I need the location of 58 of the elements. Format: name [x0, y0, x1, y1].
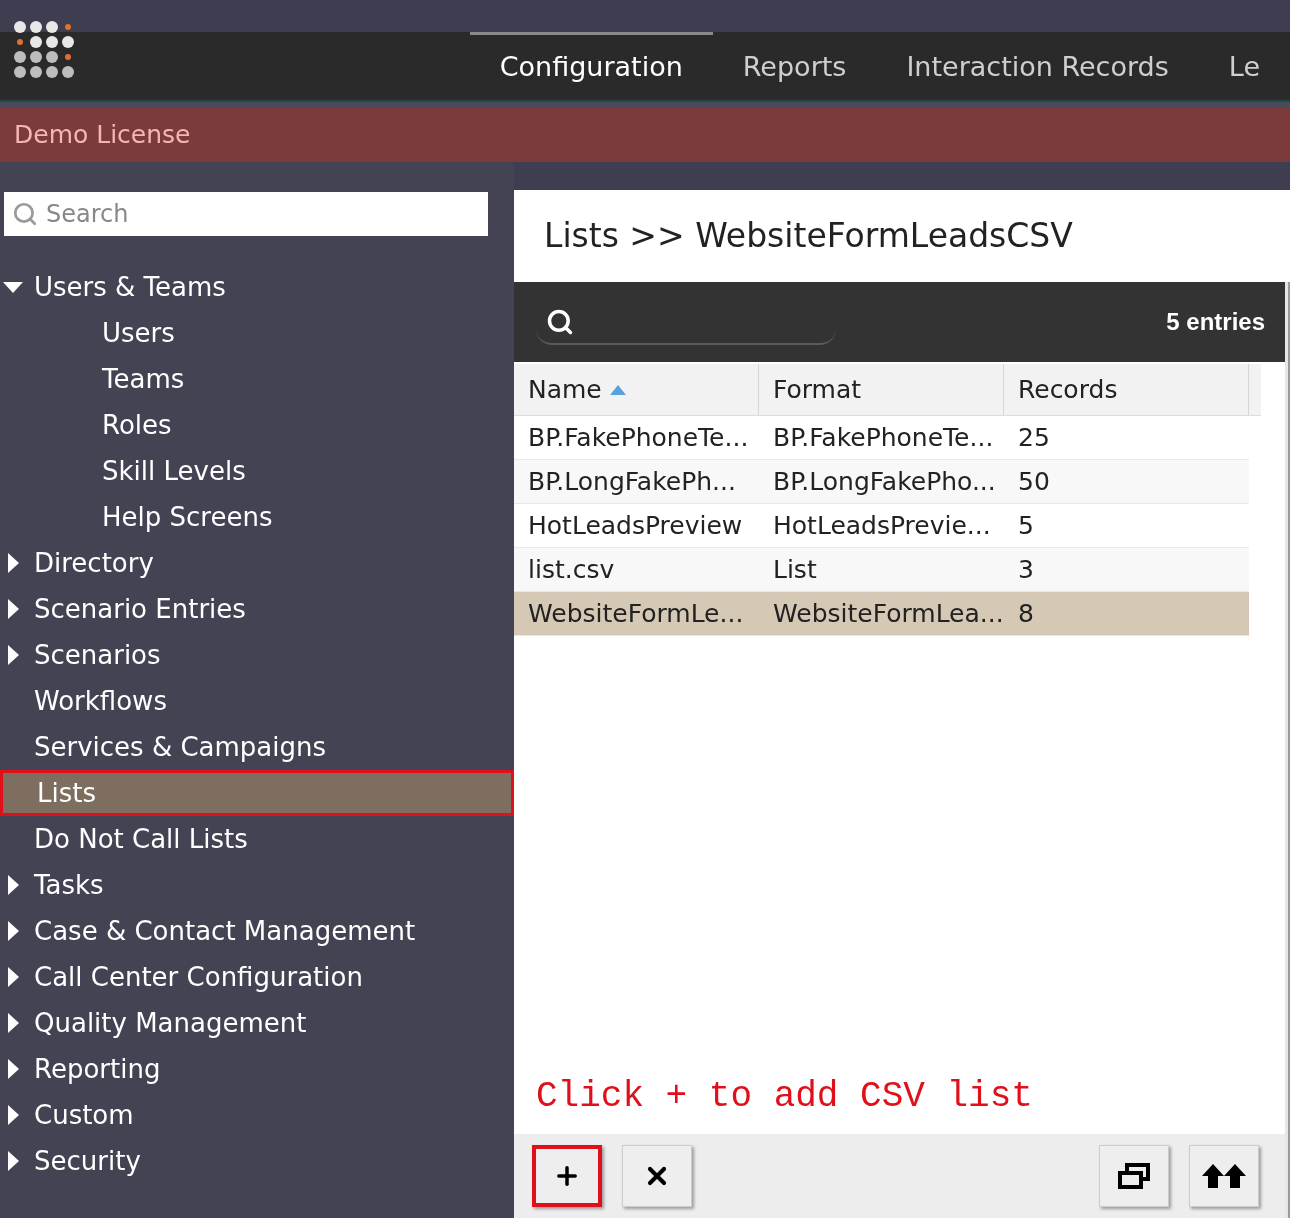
add-button[interactable] [532, 1145, 602, 1207]
column-header[interactable]: Name [514, 364, 759, 415]
table-cell-text: 3 [1017, 553, 1035, 586]
table-cell-text: HotLeadsPreview [527, 509, 744, 542]
tree-item[interactable]: Scenarios [0, 632, 514, 678]
tree-item[interactable]: Scenario Entries [0, 586, 514, 632]
column-header[interactable]: Records [1004, 364, 1249, 415]
table-cell-text: 5 [1017, 509, 1035, 542]
table-row[interactable]: list.csv List 3 [514, 548, 1249, 592]
tree-item[interactable]: Teams [0, 356, 514, 402]
top-button[interactable] [1189, 1145, 1259, 1207]
table-cell-text: BP.FakePhoneTe... [527, 421, 750, 454]
tree-item[interactable]: Directory [0, 540, 514, 586]
tree-item[interactable]: Reporting [0, 1046, 514, 1092]
tree-item[interactable]: Services & Campaigns [0, 724, 514, 770]
tree-item[interactable]: Users [0, 310, 514, 356]
tree-item[interactable]: Lists [0, 770, 514, 816]
table-cell-text: WebsiteFormLea... [772, 597, 1004, 630]
logo-icon [13, 20, 75, 80]
license-banner: Demo License [0, 108, 1290, 162]
windows-icon [1117, 1162, 1151, 1190]
annotation-text: Click + to add CSV list [535, 1075, 1034, 1119]
tree-item[interactable]: Custom [0, 1092, 514, 1138]
table-cell-text: List [772, 553, 818, 586]
tree-item[interactable]: Security [0, 1138, 514, 1184]
page-title: Lists >> WebsiteFormLeadsCSV [543, 215, 1074, 258]
tree-item[interactable]: Users & Teams [0, 264, 514, 310]
table-cell-text: 25 [1017, 421, 1051, 454]
tree-item[interactable]: Do Not Call Lists [0, 816, 514, 862]
table-cell-text: BP.LongFakePh... [527, 465, 737, 498]
tree-item[interactable]: Help Screens [0, 494, 514, 540]
tree-item[interactable]: Case & Contact Management [0, 908, 514, 954]
entries-count: 5 entries [1166, 307, 1265, 337]
table-cell-text: WebsiteFormLe... [527, 597, 745, 630]
nav-tab[interactable]: Reports [712, 32, 877, 100]
search-field[interactable]: Search [4, 192, 488, 236]
tree-item[interactable]: Call Center Configuration [0, 954, 514, 1000]
nav-tab[interactable]: Le [1198, 32, 1290, 100]
tree-item[interactable]: Workflows [0, 678, 514, 724]
search-icon [546, 308, 574, 336]
table-cell-text: 50 [1017, 465, 1051, 498]
table-cell-text: HotLeadsPrevie... [772, 509, 992, 542]
tree-item[interactable]: Skill Levels [0, 448, 514, 494]
table-cell-text: BP.LongFakePho... [772, 465, 997, 498]
double-arrow-up-icon [1202, 1164, 1246, 1188]
tree-item[interactable]: Tasks [0, 862, 514, 908]
search-icon [12, 201, 38, 227]
table-row[interactable]: BP.LongFakePh... BP.LongFakePho... 50 [514, 460, 1249, 504]
tree-item[interactable]: Quality Management [0, 1000, 514, 1046]
tree-item[interactable]: Roles [0, 402, 514, 448]
delete-button[interactable] [622, 1145, 692, 1207]
table-cell-text: list.csv [527, 553, 616, 586]
table-cell-text: 8 [1017, 597, 1035, 630]
table-row[interactable]: WebsiteFormLe... WebsiteFormLea... 8 [514, 592, 1249, 636]
window-button[interactable] [1099, 1145, 1169, 1207]
table-cell-text: BP.FakePhoneTe... [772, 421, 995, 454]
column-header[interactable]: Format [759, 364, 1004, 415]
nav-tab[interactable]: Interaction Records [876, 32, 1199, 100]
